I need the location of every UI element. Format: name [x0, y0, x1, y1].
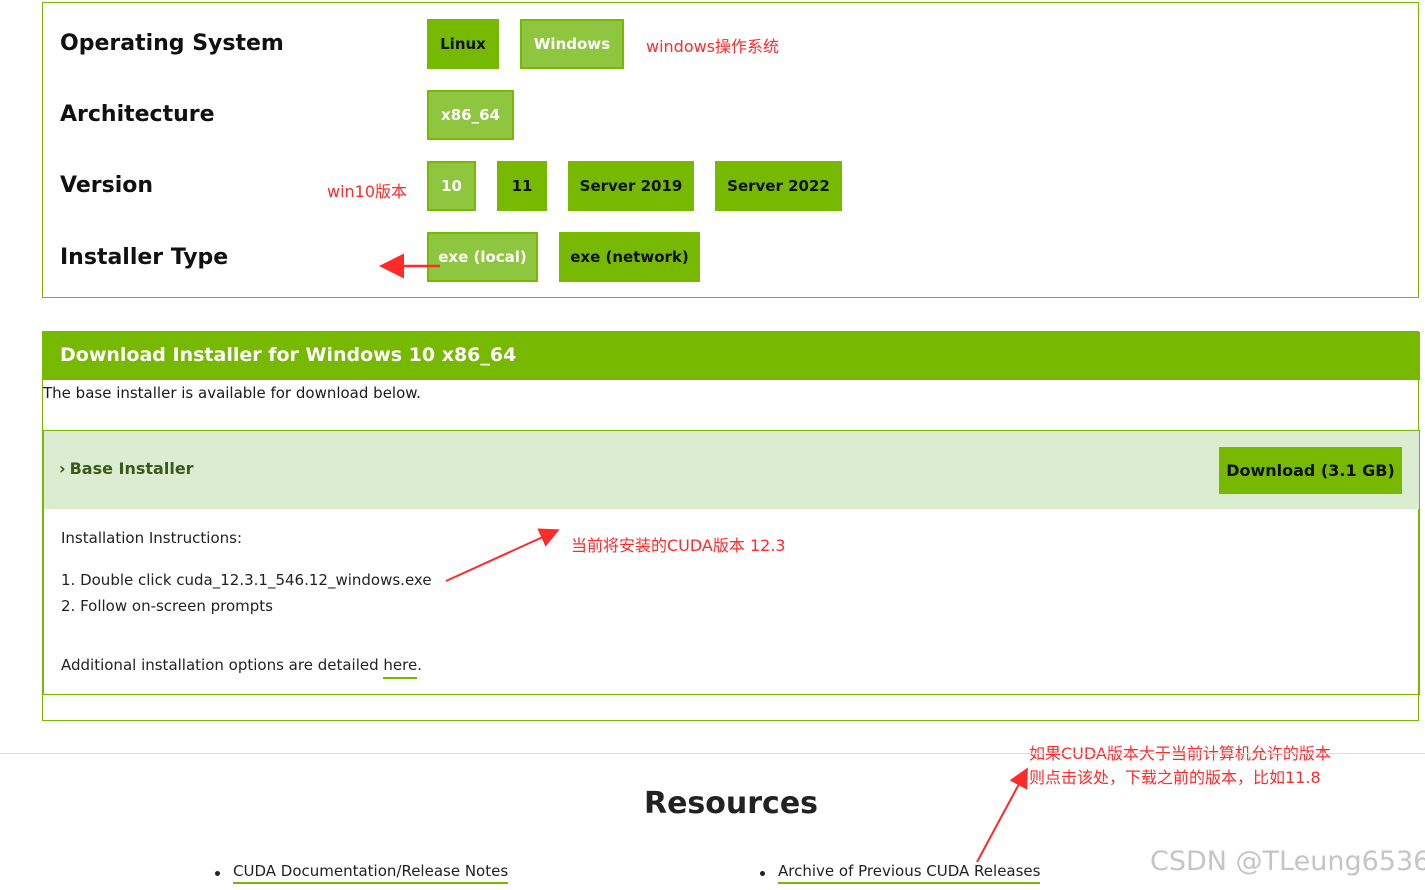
base-installer-label: Base Installer	[69, 459, 194, 478]
chevron-right-icon: ›	[59, 459, 66, 478]
base-installer-toggle[interactable]: › Base Installer	[59, 459, 194, 478]
bullet-icon	[760, 870, 765, 876]
download-section: Download Installer for Windows 10 x86_64…	[42, 331, 1420, 721]
archive-releases-link[interactable]: Archive of Previous CUDA Releases	[778, 862, 1041, 884]
here-link[interactable]: here	[383, 656, 418, 679]
additional-options-text: Additional installation options are deta…	[61, 656, 422, 679]
instructions-heading: Installation Instructions:	[61, 529, 242, 547]
additional-options-suffix: .	[417, 656, 422, 674]
row-label-architecture: Architecture	[60, 102, 215, 127]
version-option-11[interactable]: 11	[497, 161, 547, 211]
annotation-os: windows操作系统	[646, 37, 780, 56]
base-installer-panel: › Base Installer Download (3.1 GB) Instal…	[43, 430, 1420, 695]
row-label-version: Version	[60, 173, 154, 198]
download-title: Download Installer for Windows 10 x86_64	[60, 344, 517, 366]
os-option-windows[interactable]: Windows	[520, 19, 624, 69]
annotation-archive-line2: 则点击该处，下载之前的版本，比如11.8	[1029, 768, 1321, 787]
download-header: Download Installer for Windows 10 x86_64	[43, 332, 1420, 380]
installer-option-exe-network[interactable]: exe (network)	[559, 232, 700, 282]
base-installer-bar[interactable]: › Base Installer Download (3.1 GB)	[44, 431, 1419, 509]
divider	[0, 753, 1425, 754]
annotation-archive-line1: 如果CUDA版本大于当前计算机允许的版本	[1029, 744, 1331, 763]
version-option-server-2019[interactable]: Server 2019	[568, 161, 694, 211]
instruction-step-2: 2. Follow on-screen prompts	[61, 597, 273, 615]
arch-option-x86-64[interactable]: x86_64	[427, 90, 514, 140]
cuda-docs-link[interactable]: CUDA Documentation/Release Notes	[233, 862, 509, 884]
watermark: CSDN @TLeung65367	[1150, 846, 1425, 877]
os-option-linux[interactable]: Linux	[427, 19, 499, 69]
download-button[interactable]: Download (3.1 GB)	[1219, 447, 1402, 494]
resource-item-archive: Archive of Previous CUDA Releases	[760, 862, 1041, 884]
resource-item-docs: CUDA Documentation/Release Notes	[215, 862, 509, 884]
instruction-step-1: 1. Double click cuda_12.3.1_546.12_windo…	[61, 571, 432, 589]
annotation-version: win10版本	[327, 182, 408, 201]
version-option-10[interactable]: 10	[427, 161, 476, 211]
version-option-server-2022[interactable]: Server 2022	[715, 161, 842, 211]
additional-options-prefix: Additional installation options are deta…	[61, 656, 384, 674]
resources-title: Resources	[643, 786, 819, 821]
installer-option-exe-local[interactable]: exe (local)	[427, 232, 538, 282]
bullet-icon	[215, 870, 220, 876]
row-label-installer-type: Installer Type	[60, 245, 229, 270]
row-label-os: Operating System	[60, 31, 284, 56]
download-subtitle: The base installer is available for down…	[43, 384, 421, 402]
